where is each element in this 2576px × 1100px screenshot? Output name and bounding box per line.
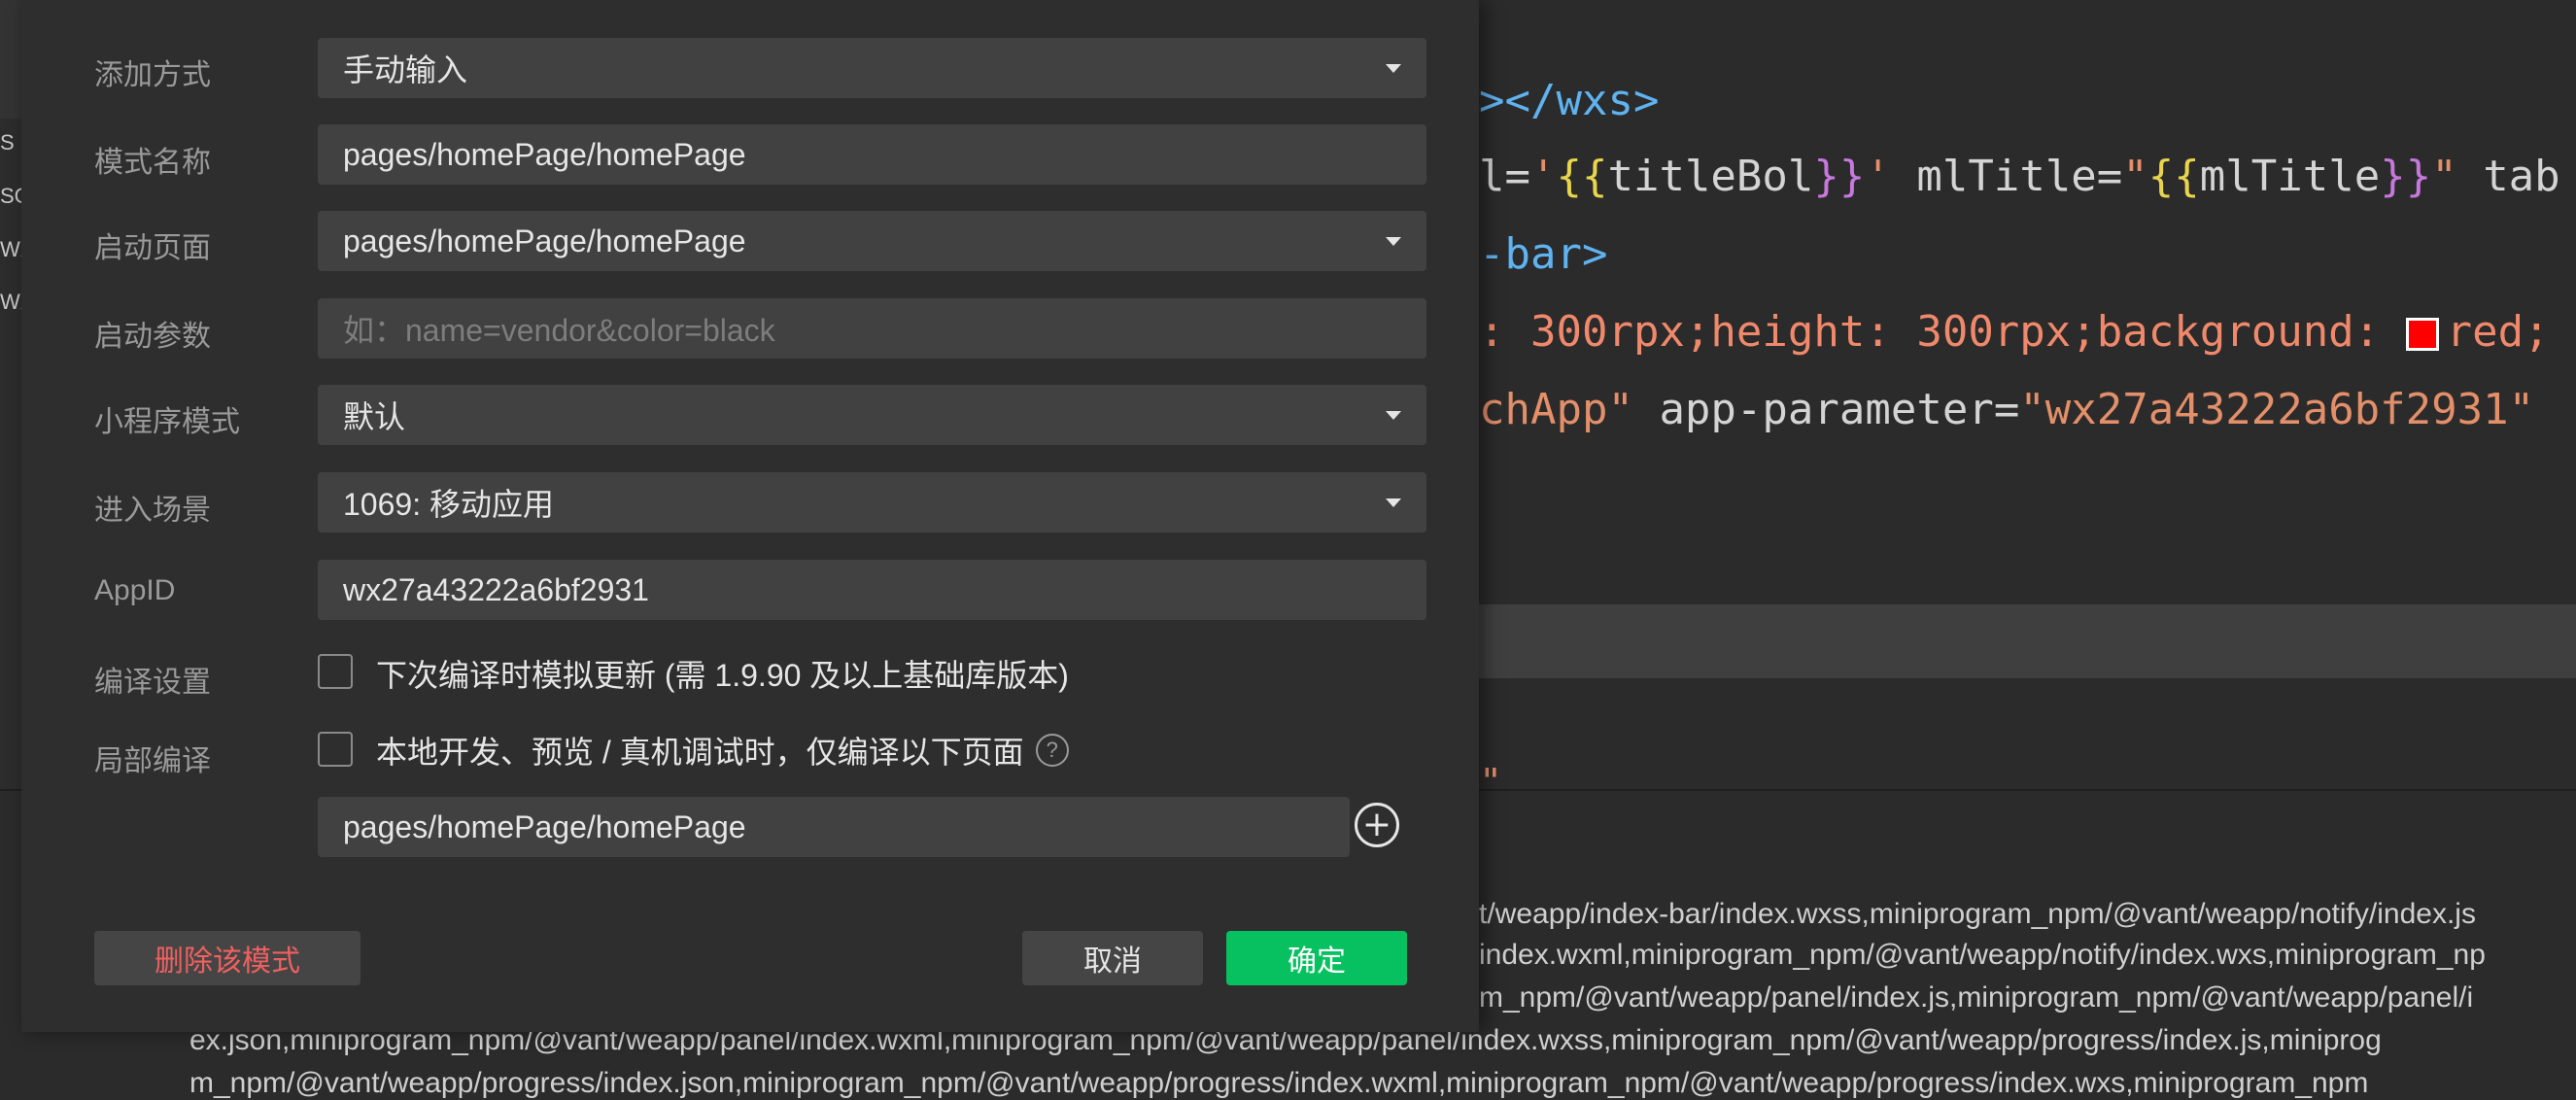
chevron-down-icon: [1386, 64, 1401, 73]
mode-name-label: 模式名称: [94, 147, 211, 179]
code-token: : 300rpx;height: 300rpx;background:: [1479, 307, 2406, 357]
add-method-select[interactable]: 手动输入: [318, 38, 1426, 98]
code-fragment: ": [1479, 768, 1502, 789]
code-token: {{: [1556, 152, 1608, 201]
code-token: }}: [1813, 152, 1866, 201]
partial-page-input[interactable]: pages/homePage/homePage: [318, 797, 1350, 857]
code-token: ': [1529, 152, 1557, 201]
start-page-label: 启动页面: [94, 232, 211, 264]
mode-name-value: pages/homePage/homePage: [343, 136, 746, 172]
partial-page-value: pages/homePage/homePage: [343, 808, 746, 844]
code-line: chApp" app-parameter="wx27a43222a6bf2931…: [1479, 385, 2560, 434]
appid-input[interactable]: wx27a43222a6bf2931: [318, 560, 1426, 620]
mini-mode-select[interactable]: 默认: [318, 385, 1426, 445]
confirm-button[interactable]: 确定: [1226, 931, 1407, 985]
partial-compile-checkbox[interactable]: [318, 732, 353, 767]
start-params-input[interactable]: 如：name=vendor&color=black: [318, 298, 1426, 359]
mode-name-input[interactable]: pages/homePage/homePage: [318, 124, 1426, 185]
partial-compile-row: 本地开发、预览 / 真机调试时，仅编译以下页面 ?: [376, 728, 1069, 773]
color-swatch-icon[interactable]: [2405, 318, 2439, 351]
code-editor[interactable]: " ></wxs>l='{{titleBol}}' mlTitle="{{mlT…: [1479, 0, 2576, 789]
file-fragment[interactable]: SC: [0, 184, 21, 209]
code-token: chApp: [1479, 385, 1608, 434]
code-token: }}: [2380, 152, 2432, 201]
code-token: ": [2431, 152, 2457, 201]
compile-mode-dialog: 添加方式 手动输入 模式名称 pages/homePage/homePage 启…: [21, 0, 1479, 1032]
add-method-value: 手动输入: [343, 52, 468, 87]
code-token: ": [1607, 385, 1633, 434]
simulate-update-checkbox[interactable]: [318, 654, 353, 689]
current-line-highlight: [1479, 604, 2576, 678]
chevron-down-icon: [1386, 498, 1401, 507]
add-circle-icon[interactable]: +: [1355, 803, 1399, 847]
code-line: ></wxs>: [1479, 76, 1659, 125]
mini-mode-label: 小程序模式: [94, 406, 240, 438]
scene-value: 1069: 移动应用: [343, 487, 554, 522]
code-line: -bar>: [1479, 229, 1607, 279]
chevron-down-icon: [1386, 411, 1401, 420]
file-fragment[interactable]: S: [0, 130, 21, 155]
output-line: t/weapp/index-bar/index.wxss,miniprogram…: [1479, 898, 2476, 930]
code-token: mlTitle: [2199, 152, 2381, 201]
code-token: ></wxs>: [1479, 76, 1660, 125]
file-fragment[interactable]: WX: [0, 237, 21, 262]
code-line: : 300rpx;height: 300rpx;background: red;: [1479, 307, 2550, 357]
start-params-label: 启动参数: [94, 321, 211, 353]
partial-compile-label: 局部编译: [94, 745, 211, 777]
scene-select[interactable]: 1069: 移动应用: [318, 472, 1426, 533]
code-token: ': [1865, 152, 1891, 201]
code-token: red;: [2446, 307, 2550, 357]
chevron-down-icon: [1386, 237, 1401, 246]
output-line: index.wxml,miniprogram_npm/@vant/weapp/n…: [1479, 939, 2486, 971]
code-token: mlTitle=: [1890, 152, 2123, 201]
output-line: m_npm/@vant/weapp/panel/index.js,minipro…: [1479, 981, 2474, 1014]
code-token: titleBol: [1607, 152, 1814, 201]
appid-value: wx27a43222a6bf2931: [343, 571, 649, 607]
start-page-value: pages/homePage/homePage: [343, 223, 746, 258]
code-token: -bar>: [1479, 229, 1608, 279]
start-params-placeholder: 如：name=vendor&color=black: [343, 313, 775, 348]
scene-label: 进入场景: [94, 495, 211, 527]
simulate-update-label: 下次编译时模拟更新 (需 1.9.90 及以上基础库版本): [376, 658, 1069, 693]
add-method-label: 添加方式: [94, 59, 211, 91]
appid-label: AppID: [94, 574, 176, 606]
code-token: ": [2122, 152, 2148, 201]
code-token: {{: [2147, 152, 2200, 201]
start-page-select[interactable]: pages/homePage/homePage: [318, 211, 1426, 271]
code-token: app-parameter=: [1632, 385, 2020, 434]
mini-mode-value: 默认: [343, 399, 406, 434]
left-strip-header: [0, 0, 21, 119]
code-line: l='{{titleBol}}' mlTitle="{{mlTitle}}" t…: [1479, 152, 2560, 201]
delete-mode-button[interactable]: 删除该模式: [94, 931, 361, 985]
partial-compile-text: 本地开发、预览 / 真机调试时，仅编译以下页面: [376, 735, 1024, 770]
code-token: "wx27a43222a6bf2931": [2019, 385, 2535, 434]
compile-settings-label: 编译设置: [94, 667, 211, 699]
file-fragment[interactable]: WX: [0, 290, 21, 315]
code-token: l=: [1479, 152, 1530, 201]
code-token: tab: [2456, 152, 2560, 201]
cancel-button[interactable]: 取消: [1022, 931, 1203, 985]
output-line: m_npm/@vant/weapp/progress/index.json,mi…: [189, 1067, 2369, 1099]
question-circle-icon[interactable]: ?: [1035, 734, 1069, 767]
